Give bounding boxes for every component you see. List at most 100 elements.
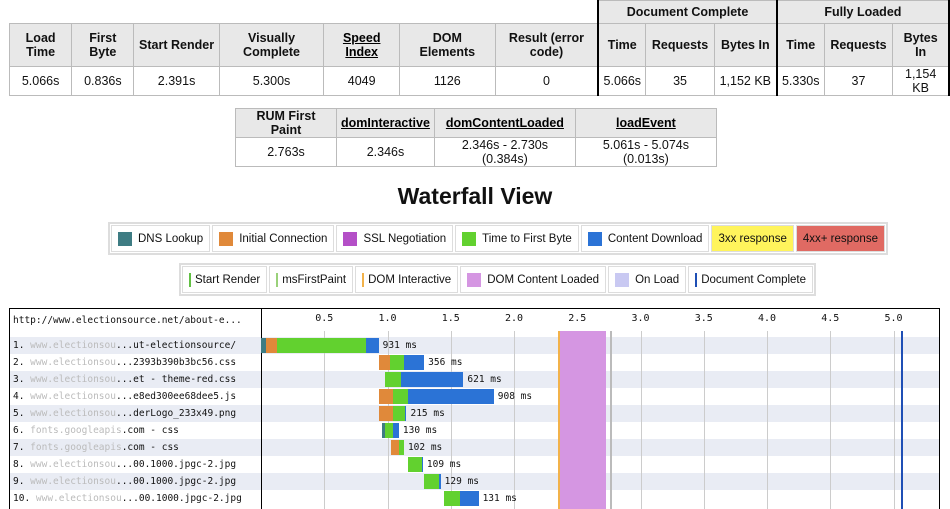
rum-first-paint-value: 2.763s [235, 137, 337, 167]
request-bar-segment[interactable] [384, 423, 393, 438]
legend-swatch-icon [615, 272, 630, 287]
request-duration: 131 ms [482, 493, 517, 504]
request-bar-segment[interactable] [421, 457, 423, 472]
request-bar-segment[interactable] [266, 338, 278, 353]
timeline-tick: 4.5 [821, 313, 840, 324]
request-bar-segment[interactable] [384, 372, 402, 387]
gridline [767, 331, 768, 509]
document-complete-marker [901, 331, 904, 509]
request-path: ...2393b390b3bc56.css [115, 357, 237, 368]
speed-index-link[interactable]: Speed Index [343, 31, 381, 59]
legend-label: Document Complete [701, 273, 807, 286]
request-bar-segment[interactable] [392, 389, 408, 404]
document-complete-header: Document Complete [597, 0, 778, 24]
legend-item-initial-connection: Initial Connection [212, 225, 335, 252]
legend-item-dom-content-loaded: DOM Content Loaded [460, 266, 607, 293]
request-host: www.electionsou [30, 391, 116, 402]
header-first-byte: First Byte [71, 23, 135, 67]
request-bar-segment[interactable] [391, 440, 399, 455]
request-host: www.electionsou [30, 374, 116, 385]
timeline-tick: 3.0 [631, 313, 650, 324]
rum-table: RUM First Paint domInteractive domConten… [235, 108, 717, 167]
request-bar-segment[interactable] [378, 389, 393, 404]
request-label[interactable]: 1. www.electionsou...ut-electionsource/ [13, 337, 236, 354]
request-label[interactable]: 2. www.electionsou...2393b390b3bc56.css [13, 354, 236, 371]
dom-interactive-value: 2.346s [336, 137, 435, 167]
page-event-legend: Start Render msFirstPaint DOM Interactive D… [179, 263, 817, 296]
request-label[interactable]: 7. fonts.googleapis.com - css [13, 439, 179, 456]
request-number: 8. [13, 459, 31, 470]
request-bar-segment[interactable] [439, 474, 441, 489]
request-path: ...00.1000.jpgc-2.jpg [115, 476, 237, 487]
request-bar-segment[interactable] [365, 338, 379, 353]
request-bar-segment[interactable] [444, 491, 460, 506]
timeline-tick: 1.0 [378, 313, 397, 324]
legend-label: msFirstPaint [282, 273, 347, 286]
legend-label: DOM Interactive [368, 273, 452, 286]
request-label[interactable]: 3. www.electionsou...et - theme-red.css [13, 371, 236, 388]
legend-item-time-to-first-byte: Time to First Byte [455, 225, 579, 252]
legend-item-dom-interactive: DOM Interactive [355, 266, 459, 293]
waterfall-chart: http://www.electionsource.net/about-e...… [9, 308, 940, 509]
first-byte-value: 0.836s [71, 66, 135, 96]
request-bar-segment[interactable] [407, 389, 494, 404]
full-time-value: 5.330s [775, 66, 825, 96]
request-host: www.electionsou [30, 340, 116, 351]
request-number: 7. [13, 442, 31, 453]
legend-label: Content Download [607, 232, 703, 245]
request-path: .com - css [121, 425, 179, 436]
request-duration: 215 ms [410, 408, 445, 419]
request-bar-segment[interactable] [424, 474, 440, 489]
doc-requests-header: Requests [645, 23, 715, 67]
timeline-tick: 4.0 [757, 313, 777, 324]
request-bar-segment[interactable] [459, 491, 479, 506]
request-host: www.electionsou [30, 408, 116, 419]
timeline-tick: 5.0 [884, 313, 903, 324]
request-bar-segment[interactable] [392, 423, 399, 438]
legend-line-icon [362, 272, 365, 287]
dom-interactive-link[interactable]: domInteractive [341, 116, 430, 130]
request-bar-segment[interactable] [392, 406, 406, 421]
request-label[interactable]: 5. www.electionsou...derLogo_233x49.png [13, 405, 236, 422]
request-bar-segment[interactable] [378, 406, 393, 421]
request-bar-segment[interactable] [401, 372, 464, 387]
request-bar-segment[interactable] [378, 355, 391, 370]
fully-loaded-header: Fully Loaded [775, 0, 950, 24]
legend-label: Time to First Byte [482, 232, 572, 245]
request-bar-segment[interactable] [390, 355, 404, 370]
request-label[interactable]: 6. fonts.googleapis.com - css [13, 422, 179, 439]
legend-label: DNS Lookup [138, 232, 204, 245]
request-bar-segment[interactable] [405, 406, 407, 421]
load-event-link[interactable]: loadEvent [616, 116, 676, 130]
request-bar-segment[interactable] [403, 355, 425, 370]
first-paint-marker [609, 331, 612, 509]
legend-label: Start Render [195, 273, 261, 286]
full-time-header: Time [775, 23, 825, 67]
dom-content-loaded-marker [557, 331, 607, 509]
page-url-label[interactable]: http://www.electionsource.net/about-e... [13, 315, 242, 326]
request-path: ...ut-electionsource/ [115, 340, 237, 351]
full-requests-header: Requests [823, 23, 894, 67]
legend-item-dns-lookup: DNS Lookup [111, 225, 211, 252]
request-label[interactable]: 10. www.electionsou...00.1000.jpgc-2.jpg [13, 490, 242, 507]
legend-item-3xx-response: 3xx response [711, 225, 794, 252]
header-result: Result (error code) [494, 23, 599, 67]
request-host: fonts.googleapis [30, 442, 122, 453]
request-duration: 102 ms [407, 442, 443, 453]
request-bar-segment[interactable] [277, 338, 366, 353]
request-number: 10. [13, 493, 36, 504]
request-label[interactable]: 9. www.electionsou...00.1000.jpgc-2.jpg [13, 473, 236, 490]
legend-item-on-load: On Load [608, 266, 687, 293]
request-bar-segment[interactable] [398, 440, 404, 455]
legend-label: 4xx+ response [802, 232, 878, 245]
load-event-value: 5.061s - 5.074s (0.013s) [574, 137, 717, 167]
gridline [640, 331, 642, 509]
request-bar-segment[interactable] [407, 457, 422, 472]
results-table: Document Complete Fully Loaded Load Time… [8, 0, 950, 96]
request-number: 5. [13, 408, 31, 419]
legend-label: Initial Connection [239, 232, 328, 245]
request-label[interactable]: 4. www.electionsou...e8ed300ee68dee5.js [13, 388, 236, 405]
legend-swatch-icon [219, 231, 234, 246]
request-label[interactable]: 8. www.electionsou...00.1000.jpgc-2.jpg [13, 456, 236, 473]
dom-content-loaded-link[interactable]: domContentLoaded [446, 116, 564, 130]
